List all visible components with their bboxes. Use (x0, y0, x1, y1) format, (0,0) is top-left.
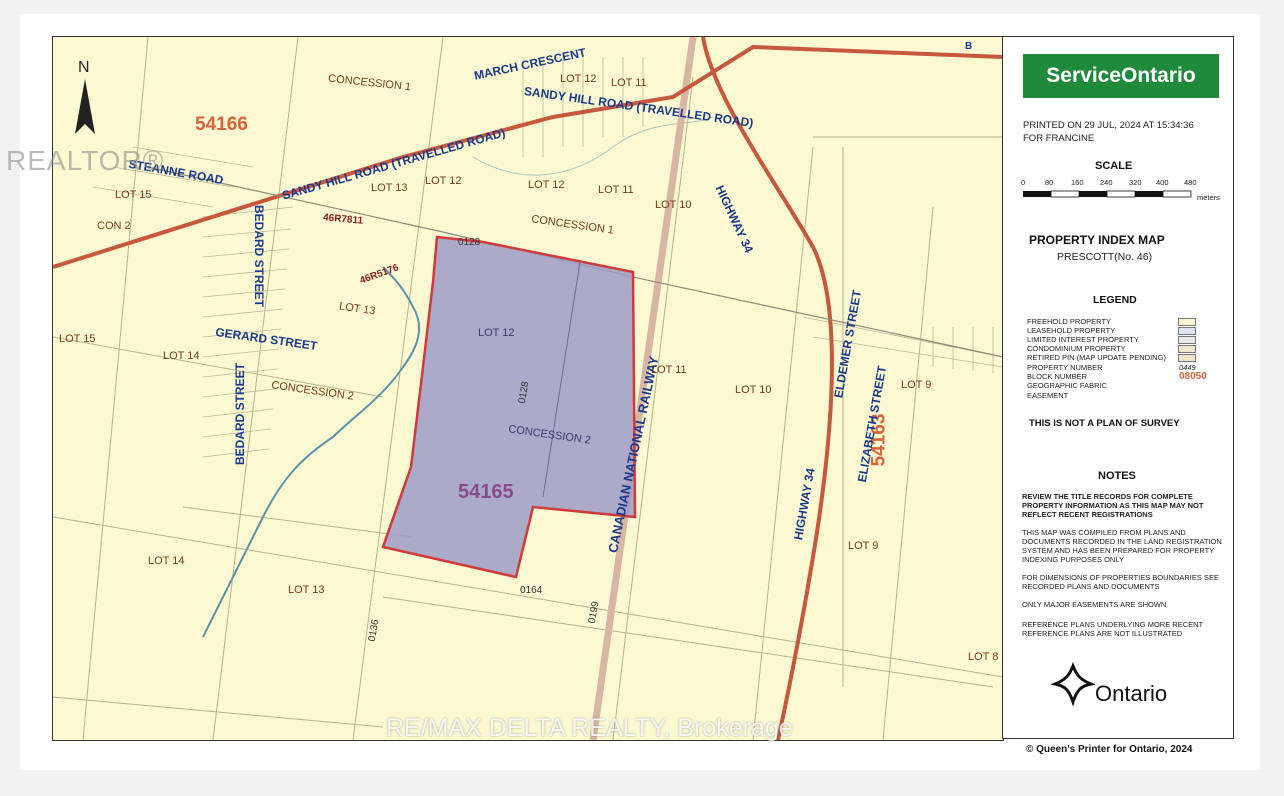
legend-title: LEGEND (1093, 294, 1137, 306)
lot-label: LOT 12 (425, 175, 462, 187)
lot-label: LOT 15 (59, 333, 96, 345)
limited-interest-swatch (1178, 336, 1196, 344)
lot-label: LOT 10 (655, 199, 692, 211)
scale-tick: 80 (1045, 178, 1054, 187)
not-survey-notice: THIS IS NOT A PLAN OF SURVEY (1029, 418, 1180, 429)
brokerage-watermark: RE/MAX DELTA REALTY, Brokerage (386, 714, 793, 742)
sandy-hill-road (53, 44, 1003, 269)
lot-label: LOT 14 (148, 555, 185, 567)
lot-label: CON 2 (97, 220, 131, 232)
note-item: REVIEW THE TITLE RECORDS FOR COMPLETE PR… (1022, 492, 1204, 519)
notes-title: NOTES (1098, 470, 1136, 482)
street-label: BEDARD STREET (252, 204, 267, 308)
lot-label: LOT 15 (115, 189, 152, 201)
scale-tick: 0 (1021, 178, 1026, 187)
lot-label: LOT 8 (968, 651, 999, 663)
legend-item: BLOCK NUMBER (1027, 372, 1088, 381)
copyright: © Queen's Printer for Ontario, 2024 (1026, 744, 1193, 755)
legend-item: GEOGRAPHIC FABRIC (1027, 381, 1108, 390)
note-item: THIS MAP WAS COMPILED FROM PLANS AND DOC… (1022, 528, 1222, 564)
ontario-wordmark: Ontario (1095, 681, 1168, 706)
street-label: B (965, 41, 973, 52)
note-item: ONLY MAJOR EASEMENTS ARE SHOWN (1022, 600, 1167, 609)
lot-label: LOT 11 (598, 184, 634, 196)
property-index-map[interactable]: N 54166 54165 54163 MARCH CRESCENT SANDY… (52, 36, 1004, 741)
legend-item: CONDOMINIUM PROPERTY (1027, 344, 1126, 353)
legend-item: LIMITED INTEREST PROPERTY (1027, 335, 1139, 344)
block-number: 54165 (458, 481, 514, 503)
note-item: REFERENCE PLANS UNDERLYING MORE RECENT R… (1022, 620, 1204, 638)
lot-label: LOT 9 (901, 379, 932, 391)
scale-tick: 320 (1129, 178, 1142, 187)
freehold-swatch (1178, 318, 1196, 326)
lot-label: LOT 11 (611, 77, 647, 89)
lot-label: LOT 12 (478, 327, 515, 339)
lot-label: LOT 12 (560, 73, 597, 85)
realtor-watermark: REALTOR® (6, 145, 165, 176)
map-title: PROPERTY INDEX MAP (1029, 233, 1165, 247)
subject-parcel[interactable] (381, 235, 637, 579)
legend-panel: ServiceOntario PRINTED ON 29 JUL, 2024 A… (1002, 36, 1234, 739)
serviceontario-logo-text: ServiceOntario (1046, 64, 1196, 87)
map-subtitle: PRESCOTT(No. 46) (1057, 251, 1153, 263)
street-label: BEDARD STREET (233, 362, 248, 466)
lot-label: LOT 13 (371, 182, 408, 194)
condominium-swatch (1178, 345, 1196, 353)
legend-item: PROPERTY NUMBER (1027, 363, 1103, 372)
serviceontario-logo: ServiceOntario (1023, 54, 1219, 98)
block-number: 54166 (195, 114, 248, 135)
scale-tick: 240 (1100, 178, 1113, 187)
legend-item: RETIRED PIN (MAP UPDATE PENDING) (1027, 353, 1166, 362)
printed-for: FOR FRANCINE (1023, 133, 1095, 144)
lot-label: LOT 12 (528, 179, 565, 191)
legend-item: EASEMENT (1027, 391, 1069, 400)
scale-tick: 480 (1184, 178, 1197, 187)
property-number: 0128 (458, 237, 481, 248)
trillium-icon (1051, 662, 1095, 706)
leasehold-swatch (1178, 327, 1196, 335)
north-label: N (78, 59, 90, 76)
lot-label: LOT 9 (848, 540, 879, 552)
property-number: 0164 (520, 585, 543, 596)
lot-label: LOT 14 (163, 350, 200, 362)
note-item: FOR DIMENSIONS OF PROPERTIES BOUNDARIES … (1022, 573, 1219, 591)
legend-block-number: 08050 (1179, 371, 1207, 382)
scale-unit: meters (1197, 193, 1220, 202)
lot-label: LOT 10 (735, 384, 772, 396)
legend-item: FREEHOLD PROPERTY (1027, 317, 1112, 326)
lot-label: LOT 13 (288, 584, 325, 596)
retired-pin-swatch (1178, 354, 1196, 362)
printed-date: PRINTED ON 29 JUL, 2024 AT 15:34:36 (1023, 120, 1194, 131)
scale-title: SCALE (1095, 160, 1133, 172)
scale-tick: 160 (1071, 178, 1084, 187)
legend-item: LEASEHOLD PROPERTY (1027, 326, 1116, 335)
scale-tick: 400 (1156, 178, 1169, 187)
lot-label: LOT 11 (651, 364, 687, 376)
scale-bar (1023, 190, 1192, 198)
